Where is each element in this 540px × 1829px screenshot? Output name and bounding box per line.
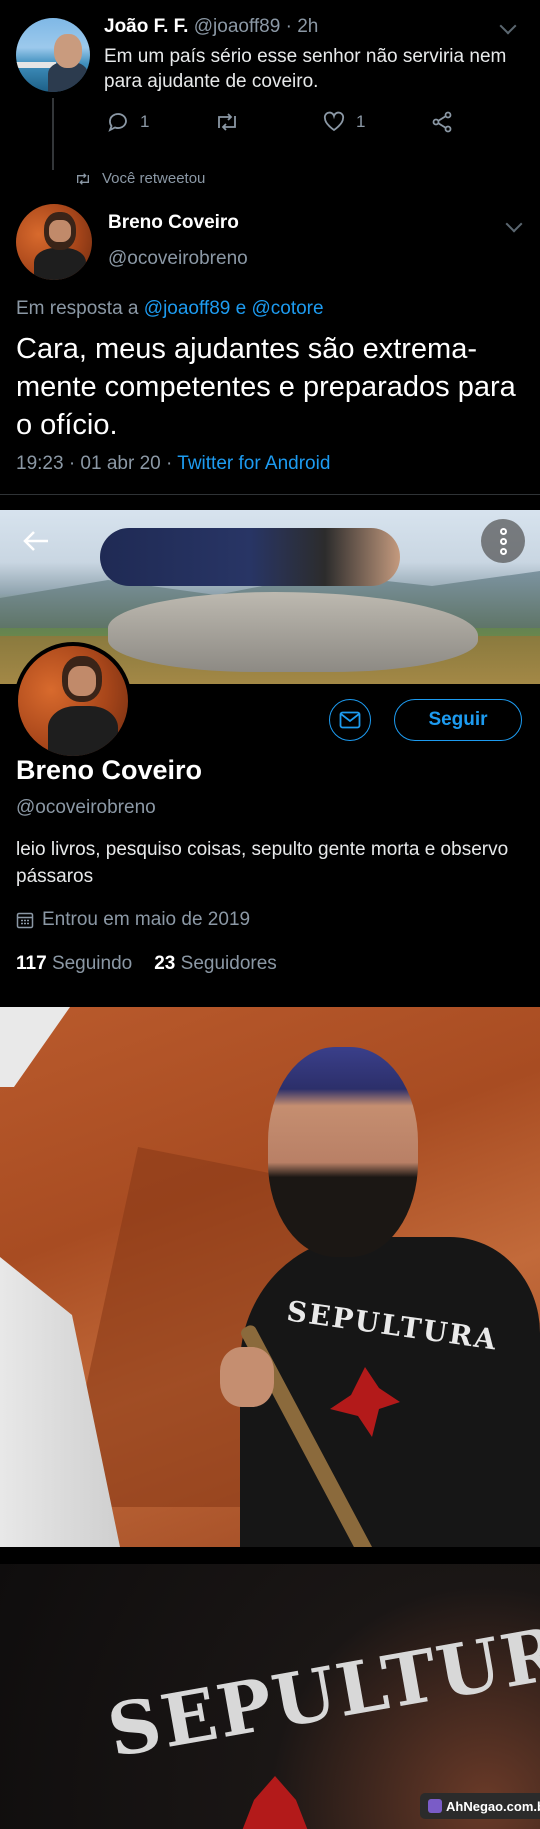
share-icon (432, 111, 452, 133)
tweet2-text: Cara, meus ajudantes são extrema-mente c… (16, 333, 516, 441)
retweet-icon (218, 113, 236, 131)
profile-name: Breno Coveiro (16, 755, 203, 785)
like-count: 1 (356, 112, 366, 131)
followers-link[interactable]: 23 Seguidores (154, 953, 277, 975)
following-count: 117 (16, 953, 47, 974)
reply-button[interactable]: 1 (106, 110, 149, 134)
joined-text: Entrou em maio de 2019 (42, 909, 251, 930)
calendar-icon (16, 912, 34, 929)
avatar-figure-face (49, 220, 71, 242)
like-icon (323, 111, 345, 132)
profile-stats: 117 Seguindo 23 Seguidores (16, 953, 277, 975)
avatar-joao[interactable] (16, 18, 90, 92)
avatar-breno[interactable] (16, 204, 92, 280)
tweet2-meta: 19:23 · 01 abr 20 · Twitter for Android (16, 453, 330, 475)
watermark: AhNegao.com.br (420, 1793, 540, 1819)
mail-icon (339, 711, 361, 729)
divider (0, 494, 540, 495)
chevron-down-icon[interactable] (499, 17, 517, 35)
retweet-notice: Você retweetou (74, 170, 205, 187)
reply-icon (108, 113, 127, 132)
reply-user-link[interactable]: @cotore (251, 298, 323, 319)
following-label: Seguindo (51, 953, 133, 974)
tweet1-header: João F. F. @joaoff89 · 2h (104, 16, 318, 38)
follow-button[interactable]: Seguir (394, 699, 522, 741)
chevron-down-icon[interactable] (505, 215, 523, 233)
reply-count: 1 (140, 112, 150, 131)
followers-count: 23 (154, 953, 176, 974)
followers-label: Seguidores (180, 953, 277, 974)
tweet1-author-name[interactable]: João F. F. (104, 16, 188, 37)
banner-person (100, 528, 400, 586)
photo-gravedigger: SEPULTURA (0, 1007, 540, 1547)
message-button[interactable] (329, 699, 371, 741)
profile-handle: @ocoveirobreno (16, 797, 156, 818)
profile-joined: Entrou em maio de 2019 (16, 909, 250, 931)
profile-bio: leio livros, pesquiso coisas, sepulto ge… (16, 839, 509, 887)
reply-and: e (235, 298, 247, 319)
photo-shirt-closeup: SEPULTURA (0, 1564, 540, 1829)
tweet1-time: · 2h (285, 16, 319, 37)
retweet-icon (77, 172, 89, 185)
tweet1-author-handle[interactable]: @joaoff89 (194, 16, 281, 37)
closeup-shirt-logo (240, 1776, 310, 1829)
reply-to-line: Em resposta a @joaoff89 e @cotore (16, 298, 324, 320)
watermark-text: AhNegao.com.br (446, 1798, 540, 1814)
tweet2-time: 19:23 · 01 abr 20 · (16, 453, 173, 474)
avatar-figure-body (48, 706, 118, 756)
profile-avatar[interactable] (14, 642, 132, 760)
reply-prefix: Em resposta a (16, 298, 139, 319)
following-link[interactable]: 117 Seguindo (16, 953, 132, 975)
avatar-figure-face (54, 34, 82, 68)
back-arrow-icon[interactable] (20, 526, 60, 556)
tweet1-text: Em um país sério esse senhor não serviri… (104, 46, 507, 92)
retweet-button[interactable] (214, 110, 240, 134)
share-button[interactable] (430, 110, 454, 134)
tweet2-author-handle[interactable]: @ocoveirobreno (108, 248, 248, 270)
reply-user-link[interactable]: @joaoff89 (144, 298, 231, 319)
photo-wall-top (0, 1007, 70, 1087)
thread-line (52, 98, 54, 170)
tweet2-author-name[interactable]: Breno Coveiro (108, 212, 239, 234)
closeup-shirt-text: SEPULTURA (101, 1599, 540, 1774)
photo-man-head (268, 1047, 418, 1257)
photo-hand (220, 1347, 274, 1407)
watermark-icon (428, 1799, 442, 1813)
retweet-notice-text: Você retweetou (102, 170, 206, 187)
avatar-figure-face (68, 666, 96, 696)
tweet2-source-link[interactable]: Twitter for Android (177, 453, 330, 474)
like-button[interactable]: 1 (322, 110, 365, 134)
avatar-figure-body (34, 248, 86, 280)
more-icon[interactable] (481, 519, 525, 563)
